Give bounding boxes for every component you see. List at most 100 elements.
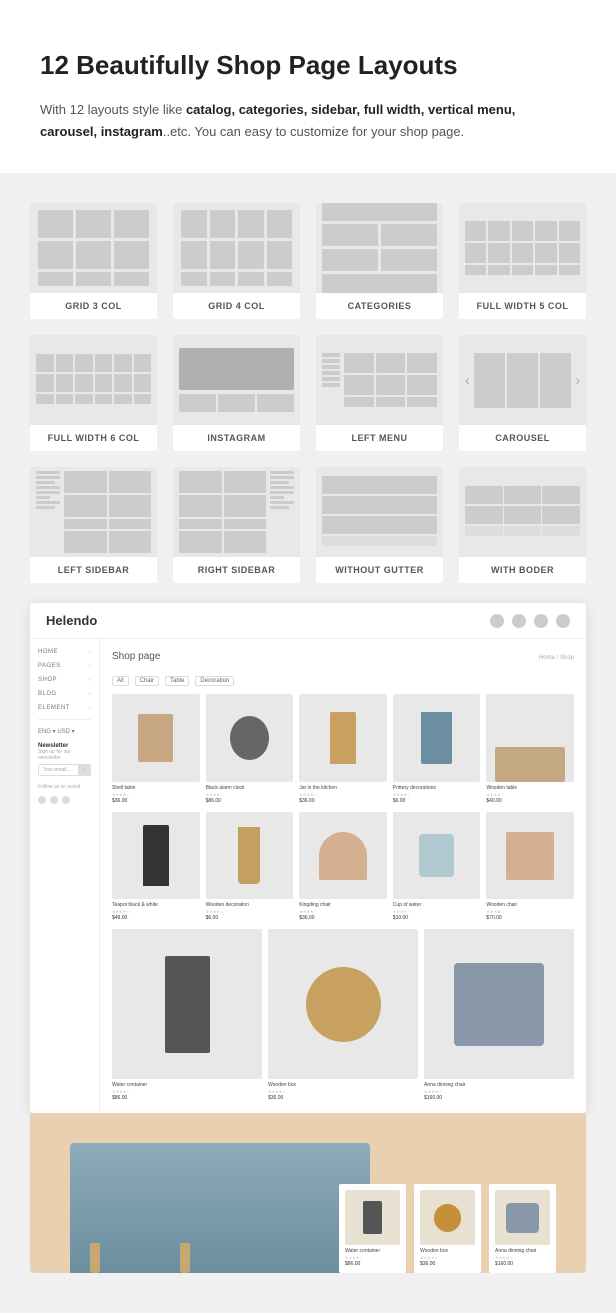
- newsletter-submit[interactable]: ›: [78, 765, 90, 775]
- product-item[interactable]: Kingding chair ★★★★☆ $36.00: [299, 812, 387, 922]
- wishlist-icon[interactable]: [534, 614, 548, 628]
- fw-box: [134, 374, 152, 392]
- showcase-product[interactable]: Water container ★★★★☆ $86.00: [339, 1184, 406, 1273]
- product-item[interactable]: Black alarm clock ★★★★☆ $86.00: [206, 694, 294, 804]
- filter-decoration[interactable]: Decoration: [195, 676, 234, 686]
- ng-full: [322, 536, 437, 546]
- layout-label-grid3: GRID 3 COL: [30, 293, 157, 319]
- preview-grid3: [30, 203, 157, 293]
- preview-categories: [316, 203, 443, 293]
- layout-preview-leftsidebar: [30, 467, 157, 557]
- product-stars: ★★★★☆: [299, 909, 387, 914]
- wb-box: [465, 506, 503, 524]
- preview-fullwidth6: [30, 348, 157, 412]
- product-item[interactable]: Wooden box ★★★★☆ $36.00: [268, 929, 418, 1101]
- car-item: [474, 353, 505, 408]
- filter-all[interactable]: All: [112, 676, 129, 686]
- layout-card-leftsidebar[interactable]: LEFT SIDEBAR: [30, 467, 157, 583]
- layout-label-withboder: WITH BODER: [459, 557, 586, 583]
- product-stars: ★★★★☆: [393, 909, 481, 914]
- preview-box: [38, 241, 73, 269]
- social-instagram[interactable]: [62, 796, 70, 804]
- layout-label-grid4: GRID 4 COL: [173, 293, 300, 319]
- product-stars: ★★★★☆: [112, 792, 200, 797]
- nav-item-element[interactable]: ELEMENT ›: [38, 705, 91, 711]
- cat-sm: [381, 249, 437, 271]
- ls-line: [36, 491, 60, 494]
- layout-card-categories[interactable]: CATEGORIES: [316, 203, 443, 319]
- ng-full: [322, 516, 437, 534]
- layout-card-nogutter[interactable]: WITHOUT GUTTER: [316, 467, 443, 583]
- product-item[interactable]: Water container ★★★★☆ $86.00: [112, 929, 262, 1101]
- nav-item-shop[interactable]: SHOP ›: [38, 677, 91, 683]
- preview-box: [114, 272, 149, 286]
- cart-icon[interactable]: [512, 614, 526, 628]
- mockup-body: HOME › PAGES › SHOP › BLOG ›: [30, 639, 586, 1113]
- furniture-legs: [90, 1243, 190, 1273]
- preview-box: [238, 241, 264, 269]
- filter-chair[interactable]: Chair: [135, 676, 159, 686]
- filter-table[interactable]: Table: [165, 676, 189, 686]
- preview-box: [238, 272, 264, 286]
- fw-box: [95, 374, 113, 392]
- nav-item-pages[interactable]: PAGES ›: [38, 663, 91, 669]
- layout-card-leftmenu[interactable]: LEFT MENU: [316, 335, 443, 451]
- product-image: [112, 812, 200, 900]
- nav-item-blog[interactable]: BLOG ›: [38, 691, 91, 697]
- product-stars: ★★★★☆: [486, 909, 574, 914]
- layout-card-grid3[interactable]: GRID 3 COL: [30, 203, 157, 319]
- layout-card-carousel[interactable]: ‹ › CAROUSEL: [459, 335, 586, 451]
- layout-card-fullwidth5[interactable]: FULL WIDTH 5 COL: [459, 203, 586, 319]
- social-twitter[interactable]: [50, 796, 58, 804]
- cat-full: [322, 203, 437, 221]
- product-item[interactable]: Anna dinning chair ★★★★☆ $160.00: [424, 929, 574, 1101]
- product-item[interactable]: Wooden table ★★★★☆ $40.00: [486, 694, 574, 804]
- product-item[interactable]: Wooden chair ★★★★☆ $70.00: [486, 812, 574, 922]
- furniture-section: Water container ★★★★☆ $86.00 Wooden box …: [30, 1113, 586, 1273]
- nav-item-home[interactable]: HOME ›: [38, 649, 91, 655]
- ig-sm: [257, 394, 294, 412]
- preview-box: [76, 210, 111, 238]
- layout-card-grid4[interactable]: GRID 4 COL: [173, 203, 300, 319]
- mockup-browser: Helendo HOME › PAGES ›: [30, 603, 586, 1113]
- search-icon[interactable]: [490, 614, 504, 628]
- product-image: [206, 812, 294, 900]
- layout-card-rightsidebar[interactable]: RIGHT SIDEBAR: [173, 467, 300, 583]
- rs-box: [179, 519, 222, 529]
- preview-box: [465, 243, 486, 263]
- layout-card-fullwidth6[interactable]: FULL WIDTH 6 COL: [30, 335, 157, 451]
- rs-line: [270, 471, 294, 474]
- product-image: [424, 929, 574, 1079]
- social-facebook[interactable]: [38, 796, 46, 804]
- product-item[interactable]: Jar in the kitchen ★★★★☆ $36.00: [299, 694, 387, 804]
- newsletter-field[interactable]: Your email...: [39, 765, 78, 775]
- product-image: [393, 812, 481, 900]
- breadcrumb: Home / Shop: [539, 655, 574, 661]
- wb-box: [465, 526, 503, 536]
- layout-card-instagram[interactable]: INSTAGRAM: [173, 335, 300, 451]
- product-item[interactable]: Wooden decoration ★★★★☆ $6.00: [206, 812, 294, 922]
- layout-card-withboder[interactable]: WITH BODER: [459, 467, 586, 583]
- fw-box: [36, 374, 54, 392]
- fw-box: [56, 354, 74, 372]
- car-items: [474, 353, 572, 408]
- lm-box: [407, 353, 437, 373]
- product-price: $6.00: [206, 915, 294, 921]
- wb-box: [504, 506, 542, 524]
- layout-label-fullwidth5: FULL WIDTH 5 COL: [459, 293, 586, 319]
- product-item[interactable]: Teapot black & white ★★★★☆ $49.00: [112, 812, 200, 922]
- ls-box: [109, 531, 152, 553]
- product-item[interactable]: Cup of water ★★★★☆ $10.00: [393, 812, 481, 922]
- wb-box: [542, 506, 580, 524]
- showcase-product[interactable]: Wooden box ★★★★☆ $36.00: [414, 1184, 481, 1273]
- preview-rightsidebar: [173, 467, 300, 557]
- furniture-leg-left: [90, 1243, 100, 1273]
- product-stars: ★★★★☆: [206, 909, 294, 914]
- product-item[interactable]: Pottery decorations ★★★★☆ $6.00: [393, 694, 481, 804]
- account-icon[interactable]: [556, 614, 570, 628]
- preview-box: [210, 272, 236, 286]
- showcase-product[interactable]: Anna dinning chair ★★★★☆ $160.00: [489, 1184, 556, 1273]
- product-item[interactable]: Shell table ★★★★☆ $36.00: [112, 694, 200, 804]
- product-image: [299, 694, 387, 782]
- lang-selector[interactable]: ENG ▾ USD ▾: [38, 728, 91, 735]
